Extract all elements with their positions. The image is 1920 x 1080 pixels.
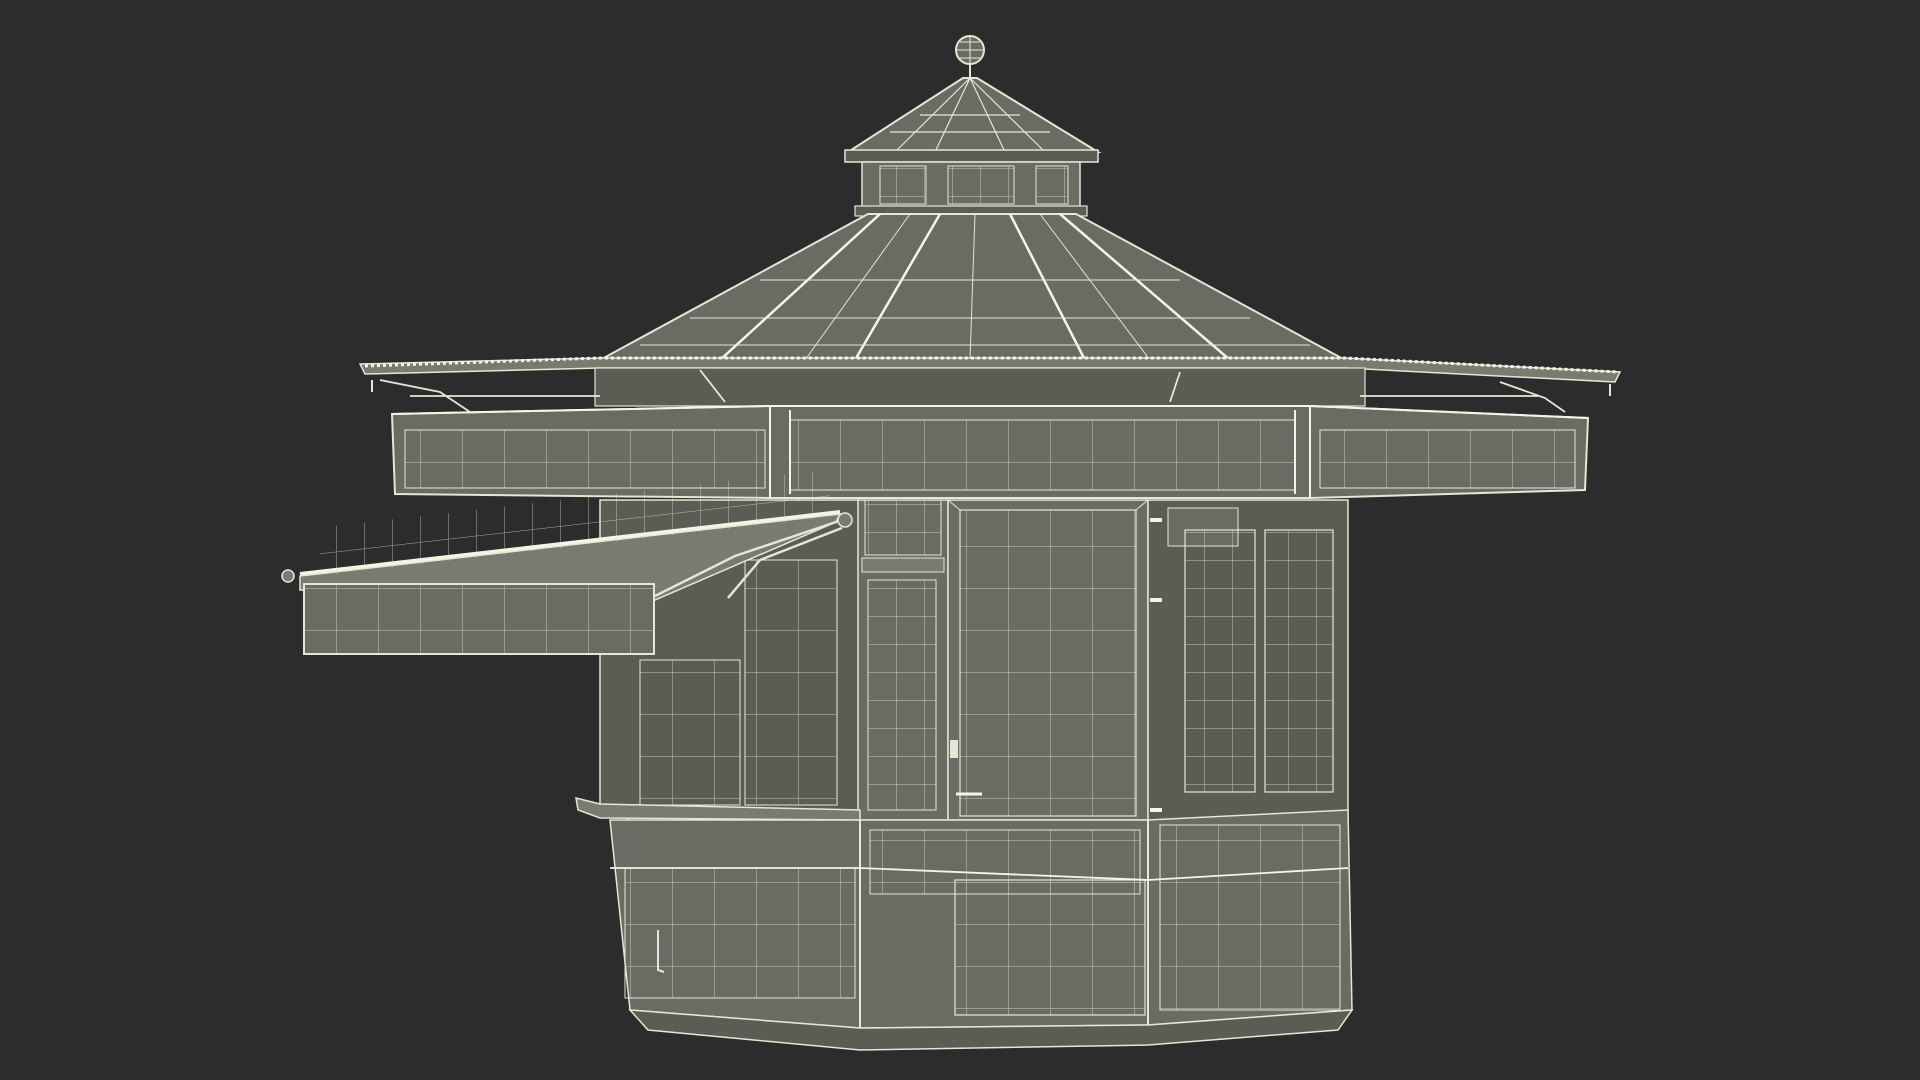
right-window-panel [1147,499,1349,821]
roof-finial [955,35,985,78]
lantern-drum [854,161,1088,217]
render-viewport [0,0,1920,1080]
front-door-panel [947,499,1149,821]
frieze-band [390,405,1590,499]
narrow-window-column [857,499,949,821]
main-roof [599,213,1346,361]
roof-eave [358,356,1622,413]
lower-wall [609,809,1353,1029]
kiosk-wireframe-render [281,35,1622,1051]
lantern-roof [844,77,1102,163]
